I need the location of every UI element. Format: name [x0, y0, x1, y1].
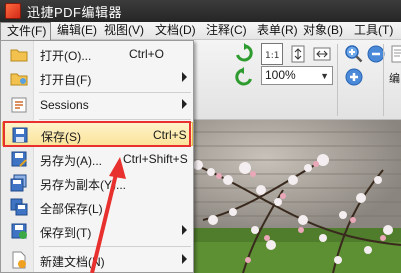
save-as-icon: [10, 150, 28, 168]
menu-bar: 文件(F) 编辑(E) 视图(V) 文档(D) 注释(C) 表单(R) 对象(B…: [0, 22, 401, 40]
menu-item-new-document[interactable]: 新建文档(N): [2, 248, 193, 272]
menu-item-label: 另存为副本(Y)...: [40, 178, 126, 192]
menu-item-label: 打开自(F): [40, 73, 92, 87]
save-to-icon: [10, 222, 28, 240]
menu-comment[interactable]: 注释(C): [200, 22, 253, 40]
submenu-arrow-icon: [182, 225, 187, 235]
rotate-clockwise-icon[interactable]: [233, 42, 255, 64]
menu-item-sessions[interactable]: Sessions: [2, 93, 193, 117]
menu-item-shortcut: Ctrl+O: [129, 47, 165, 61]
zoom-in-icon[interactable]: [343, 43, 365, 65]
fit-width-icon[interactable]: [311, 43, 333, 65]
menu-item-save-to[interactable]: 保存到(T): [2, 219, 193, 243]
menu-item-label: Sessions: [40, 98, 89, 112]
menu-item-shortcut: Ctrl+Shift+S: [123, 152, 188, 166]
menu-item-shortcut: Ctrl+S: [153, 128, 187, 142]
menu-item-label: 另存为(A)...: [40, 154, 102, 168]
menu-item-label: 保存(S): [41, 130, 81, 144]
new-document-icon: [10, 251, 28, 269]
zoom-level-value: 100%: [265, 68, 296, 82]
save-copy-icon: [10, 174, 28, 192]
menu-tools[interactable]: 工具(T): [348, 22, 399, 40]
toolbar-divider: [337, 44, 338, 116]
menu-item-open[interactable]: 打开(O)... Ctrl+O: [2, 42, 193, 66]
chevron-down-icon[interactable]: ▼: [320, 68, 329, 85]
menu-item-label: 新建文档(N): [40, 255, 105, 269]
open-from-icon: [10, 69, 28, 87]
submenu-arrow-icon: [182, 254, 187, 264]
menu-view[interactable]: 视图(V): [98, 22, 150, 40]
menu-file[interactable]: 文件(F): [0, 22, 51, 40]
menu-separator: [39, 246, 191, 247]
svg-text:1:1: 1:1: [265, 51, 279, 61]
menu-item-label: 打开(O)...: [40, 49, 92, 63]
zoom-plus-icon[interactable]: [343, 66, 365, 88]
app-logo-icon: [5, 3, 21, 19]
open-folder-icon: [10, 45, 28, 63]
menu-item-save-all[interactable]: 全部保存(L): [2, 195, 193, 219]
actual-size-icon[interactable]: 1:1: [261, 43, 283, 65]
menu-item-label: 保存到(T): [40, 226, 92, 240]
menu-document[interactable]: 文档(D): [149, 22, 202, 40]
menu-item-open-from[interactable]: 打开自(F): [2, 66, 193, 90]
toolbar: 1:1 100% ▼ 编: [183, 40, 401, 120]
save-all-icon: [10, 198, 28, 216]
menu-item-label: 全部保存(L): [40, 202, 103, 216]
file-menu-dropdown: 打开(O)... Ctrl+O 打开自(F) Sessions 保存(S) Ct…: [0, 40, 194, 273]
menu-item-save-as[interactable]: 另存为(A)... Ctrl+Shift+S: [2, 147, 193, 171]
fit-page-icon[interactable]: [287, 43, 309, 65]
document-page-image: [183, 120, 401, 273]
edit-label: 编: [389, 73, 400, 85]
rotate-counterclockwise-icon[interactable]: [233, 66, 255, 88]
submenu-arrow-icon: [182, 72, 187, 82]
menu-separator: [39, 119, 191, 120]
menu-edit[interactable]: 编辑(E): [51, 22, 103, 40]
blossom-photo: [183, 120, 401, 273]
sessions-icon: [10, 96, 28, 114]
menu-form[interactable]: 表单(R): [251, 22, 304, 40]
submenu-arrow-icon: [182, 99, 187, 109]
menu-item-save[interactable]: 保存(S) Ctrl+S: [2, 122, 193, 146]
menu-object[interactable]: 对象(B): [297, 22, 349, 40]
title-bar: 迅捷PDF编辑器: [0, 0, 401, 22]
zoom-level-select[interactable]: 100% ▼: [261, 66, 333, 85]
toolbar-divider: [383, 44, 384, 116]
edit-tool-icon[interactable]: [387, 43, 401, 65]
save-icon: [11, 126, 29, 144]
app-title: 迅捷PDF编辑器: [27, 4, 123, 20]
menu-item-save-copy[interactable]: 另存为副本(Y)...: [2, 171, 193, 195]
